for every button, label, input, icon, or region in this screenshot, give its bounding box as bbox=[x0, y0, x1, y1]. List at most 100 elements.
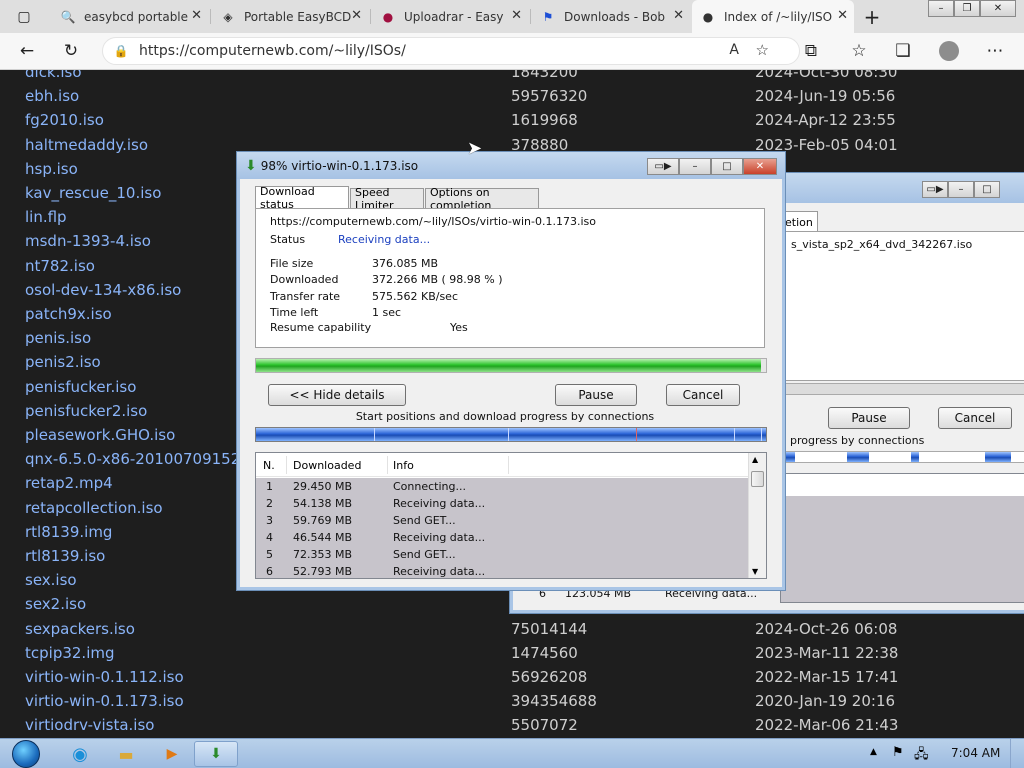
system-clock[interactable]: 7:04 AM bbox=[951, 746, 1000, 760]
scroll-up-icon[interactable]: ▲ bbox=[752, 455, 758, 464]
minimize-icon[interactable]: – bbox=[679, 158, 711, 175]
tab-actions-icon[interactable]: ▢ bbox=[4, 0, 44, 33]
tab-index-of-lily-isos[interactable]: ● Index of /~lily/ISO ✕ bbox=[692, 0, 854, 33]
tab-downloads[interactable]: ⚑ Downloads - Bob ✕ bbox=[532, 0, 690, 33]
add-favorite-icon[interactable]: ☆ bbox=[756, 41, 769, 59]
network-icon[interactable]: 🖧 bbox=[914, 745, 929, 767]
close-icon[interactable]: ✕ bbox=[837, 8, 848, 23]
close-icon[interactable]: ✕ bbox=[351, 8, 362, 23]
read-aloud-icon[interactable]: A bbox=[729, 42, 739, 58]
field-label: Downloaded bbox=[270, 273, 339, 287]
connection-row[interactable]: 2 54.138 MB Receiving data... bbox=[256, 495, 748, 512]
settings-more-icon[interactable]: ⋯ bbox=[982, 39, 1008, 63]
show-desktop-button[interactable] bbox=[1010, 739, 1024, 768]
maximize-icon[interactable]: □ bbox=[711, 158, 743, 175]
file-link[interactable]: retapcollection.iso bbox=[25, 496, 163, 520]
file-link[interactable]: qnx-6.5.0-x86-201007091524. bbox=[25, 447, 255, 471]
connection-row[interactable]: 3 59.769 MB Send GET... bbox=[256, 512, 748, 529]
download-manager-taskbar-button[interactable]: ⬇ bbox=[194, 741, 238, 767]
hide-details-button[interactable]: << Hide details bbox=[268, 384, 406, 406]
restore-icon[interactable]: ❐ bbox=[954, 0, 980, 17]
file-link[interactable]: msdn-1393-4.iso bbox=[25, 229, 151, 253]
profile-avatar-icon[interactable] bbox=[936, 39, 962, 63]
search-icon: 🔍 bbox=[60, 9, 76, 24]
connection-row[interactable]: 4 46.544 MB Receiving data... bbox=[256, 529, 748, 546]
close-icon[interactable]: ✕ bbox=[743, 158, 777, 175]
tab-easybcd-portable[interactable]: 🔍 easybcd portable ✕ bbox=[52, 0, 208, 33]
tab-download-status[interactable]: Download status bbox=[255, 185, 349, 211]
background-pause-button[interactable]: Pause bbox=[828, 407, 910, 429]
edge-browser-icon[interactable]: ◉ bbox=[58, 741, 102, 767]
header-info[interactable]: Info bbox=[393, 459, 414, 472]
extensions-icon[interactable]: ⧉ bbox=[798, 39, 824, 63]
close-icon[interactable]: ✕ bbox=[511, 8, 522, 23]
connection-row[interactable]: 5 72.353 MB Send GET... bbox=[256, 546, 748, 563]
github-icon: ● bbox=[702, 9, 714, 24]
file-link[interactable]: nt782.iso bbox=[25, 254, 95, 278]
file-link[interactable]: sex.iso bbox=[25, 568, 77, 592]
close-icon[interactable]: ✕ bbox=[673, 8, 684, 23]
media-player-icon[interactable]: ▶ bbox=[150, 741, 194, 767]
minimize-to-tray-icon[interactable]: ▭▶ bbox=[922, 181, 948, 198]
maximize-icon[interactable]: □ bbox=[974, 181, 1000, 198]
collections-icon[interactable]: ❏ bbox=[890, 39, 916, 63]
file-link[interactable]: sex2.iso bbox=[25, 592, 86, 616]
scrollbar-thumb[interactable] bbox=[751, 471, 764, 487]
file-link[interactable]: penisfucker2.iso bbox=[25, 399, 147, 423]
tab-portable-easybcd[interactable]: ◈ Portable EasyBCD ✕ bbox=[212, 0, 368, 33]
close-icon[interactable]: ✕ bbox=[191, 8, 202, 23]
file-link[interactable]: retap2.mp4 bbox=[25, 471, 113, 495]
file-link[interactable]: lin.flp bbox=[25, 205, 67, 229]
pause-button[interactable]: Pause bbox=[555, 384, 637, 406]
header-number[interactable]: N. bbox=[263, 459, 275, 472]
favorites-icon[interactable]: ☆ bbox=[846, 39, 872, 63]
file-link[interactable]: ebh.iso bbox=[25, 84, 79, 108]
minimize-icon[interactable]: – bbox=[928, 0, 954, 17]
file-size: 56926208 bbox=[511, 668, 588, 686]
refresh-icon[interactable]: ↻ bbox=[58, 39, 84, 63]
file-link[interactable]: tcpip32.img bbox=[25, 641, 115, 665]
connection-row[interactable]: 6 52.793 MB Receiving data... bbox=[256, 563, 748, 578]
background-cancel-button[interactable]: Cancel bbox=[938, 407, 1012, 429]
address-bar[interactable]: 🔒 https://computernewb.com/~lily/ISOs/ A… bbox=[102, 37, 800, 65]
tab-options-on-completion[interactable]: Options on completion bbox=[425, 186, 539, 212]
file-link[interactable]: penis2.iso bbox=[25, 350, 101, 374]
file-link[interactable]: hsp.iso bbox=[25, 157, 78, 181]
connection-info: Receiving data... bbox=[393, 497, 486, 510]
file-explorer-icon[interactable]: ▬ bbox=[104, 741, 148, 767]
tab-uploadrar[interactable]: ● Uploadrar - Easy ✕ bbox=[372, 0, 528, 33]
file-link[interactable]: virtiodrv-vista.iso bbox=[25, 713, 154, 737]
close-window-icon[interactable]: ✕ bbox=[980, 0, 1016, 17]
file-date: 2023-Mar-11 22:38 bbox=[755, 643, 899, 662]
minimize-icon[interactable]: – bbox=[948, 181, 974, 198]
file-link[interactable]: pleasework.GHO.iso bbox=[25, 423, 175, 447]
file-link[interactable]: patch9x.iso bbox=[25, 302, 112, 326]
action-center-flag-icon[interactable]: ⚑ bbox=[892, 745, 904, 760]
file-link[interactable]: penisfucker.iso bbox=[25, 375, 136, 399]
minimize-to-tray-icon[interactable]: ▭▶ bbox=[647, 158, 679, 175]
file-link[interactable]: kav_rescue_10.iso bbox=[25, 181, 161, 205]
cancel-button[interactable]: Cancel bbox=[666, 384, 740, 406]
connection-downloaded: 46.544 MB bbox=[293, 531, 353, 544]
file-link[interactable]: sexpackers.iso bbox=[25, 617, 135, 641]
back-arrow-icon[interactable]: ← bbox=[14, 39, 40, 63]
download-app-icon: ⬇ bbox=[245, 157, 257, 174]
file-link[interactable]: haltmedaddy.iso bbox=[25, 133, 148, 157]
background-connections-caption: progress by connections bbox=[790, 434, 925, 447]
file-link[interactable]: virtio-win-0.1.173.iso bbox=[25, 689, 184, 713]
new-tab-button[interactable]: + bbox=[858, 0, 886, 33]
connections-scrollbar[interactable]: ▲ ▼ bbox=[748, 453, 766, 578]
file-link[interactable]: osol-dev-134-x86.iso bbox=[25, 278, 181, 302]
file-link[interactable]: virtio-win-0.1.112.iso bbox=[25, 665, 184, 689]
tab-speed-limiter[interactable]: Speed Limiter bbox=[350, 186, 424, 212]
scroll-down-icon[interactable]: ▼ bbox=[752, 567, 758, 576]
start-orb-icon[interactable] bbox=[2, 740, 50, 768]
file-link[interactable]: rtl8139.img bbox=[25, 520, 112, 544]
file-link[interactable]: penis.iso bbox=[25, 326, 91, 350]
file-link[interactable]: dick.iso bbox=[25, 70, 82, 84]
connection-row[interactable]: 1 29.450 MB Connecting... bbox=[256, 478, 748, 495]
file-link[interactable]: fg2010.iso bbox=[25, 108, 104, 132]
header-downloaded[interactable]: Downloaded bbox=[293, 459, 361, 472]
show-hidden-icons[interactable]: ▲ bbox=[870, 747, 877, 757]
file-link[interactable]: rtl8139.iso bbox=[25, 544, 105, 568]
